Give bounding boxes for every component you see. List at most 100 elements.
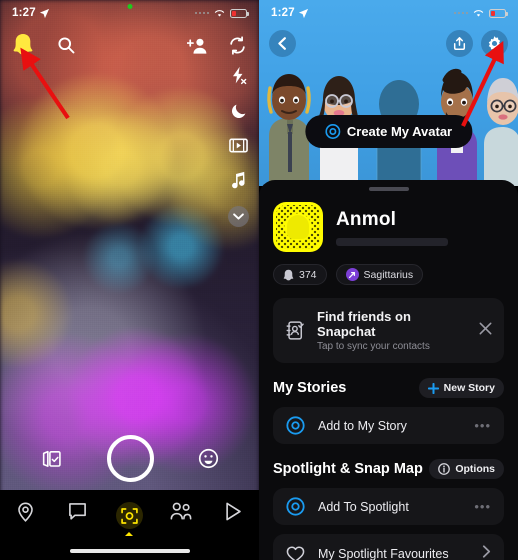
status-time-right: 1:27 [271,7,309,19]
find-friends-subtitle: Tap to sync your contacts [317,341,430,352]
status-icons-left [194,8,249,18]
back-button[interactable] [269,30,296,57]
spotlight-heading: Spotlight & Snap Map [273,461,423,477]
capture-controls [0,435,259,482]
shutter-button[interactable] [106,435,154,482]
camera-top-bar [0,28,259,62]
sheet-grabber[interactable] [368,187,409,191]
ghost-avatar-glyph [13,34,33,55]
chevron-right-icon[interactable] [482,545,491,560]
profile-badges: 374 Sagittarius [273,264,504,285]
chat-bubble-icon [69,503,87,520]
contacts-sync-icon [286,321,304,340]
overflow-dots-icon[interactable]: ••• [474,499,491,514]
my-spotlight-favourites-label: My Spotlight Favourites [318,547,449,560]
chevron-left-icon [278,37,286,50]
camera-icon [121,507,138,524]
signal-dots-icon [453,11,468,15]
find-friends-title: Find friends on Snapchat [317,309,411,339]
signal-dots-icon [194,11,209,15]
snapcode-icon[interactable] [273,202,323,252]
map-pin-icon [18,502,34,522]
overflow-dots-icon[interactable]: ••• [474,418,491,433]
add-friend-icon[interactable] [187,36,208,55]
add-to-spotlight-label: Add To Spotlight [318,499,409,514]
list-item[interactable]: Add To Spotlight ••• [273,488,504,525]
friends-icon [170,502,192,520]
home-indicator-left [69,549,190,553]
display-name: Anmol [336,208,397,230]
spotlight-options-label: Options [455,463,495,475]
lens-smiley-icon[interactable] [198,448,219,469]
zodiac-label: Sagittarius [363,268,414,281]
status-bar-right: 1:27 [259,0,518,26]
avatar-hero-banner: Create My Avatar [259,0,518,186]
left-panel-camera-screen: 1:27 [0,0,259,560]
film-strip-icon[interactable] [229,137,248,154]
find-friends-text: Find friends on Snapchat Tap to sync you… [317,309,468,352]
location-arrow-icon [298,8,308,18]
list-item[interactable]: Add to My Story ••• [273,407,504,444]
profile-sheet: Anmol 374 Sagittarius Find friends on Sn… [259,180,518,560]
dual-screenshot-stage: 1:27 Create My Avatar Anmol 374 Sagittar… [0,0,518,560]
status-time-left: 1:27 [12,7,50,19]
bottom-nav-map[interactable] [0,502,52,522]
green-dot-indicator [127,4,132,9]
play-triangle-icon [226,502,241,521]
camera-circle-icon [286,416,305,435]
right-panel-profile-screen: Create My Avatar Anmol 374 Sagittarius F… [259,0,518,560]
status-time-text: 1:27 [271,7,295,19]
profile-identity-row[interactable]: Anmol [273,202,504,252]
wifi-icon [214,10,225,17]
camera-active-chip [115,502,143,529]
bottom-nav-camera[interactable] [104,502,156,536]
sagittarius-arrow-icon [345,268,359,281]
ghost-icon [283,269,294,280]
gear-icon[interactable] [481,30,508,57]
bottom-nav-spotlight[interactable] [207,502,259,521]
my-stories-heading: My Stories [273,380,347,396]
username-redacted-bar [336,237,448,246]
share-upload-icon[interactable] [446,30,473,57]
spotlight-header: Spotlight & Snap Map Options [273,459,504,479]
camera-tools-rail [228,66,249,227]
status-bar-left: 1:27 [0,0,259,26]
memories-cards-icon[interactable] [41,449,63,469]
status-time-text: 1:27 [12,7,36,19]
camera-circle-icon [286,497,305,516]
find-friends-card[interactable]: Find friends on Snapchat Tap to sync you… [273,298,504,363]
spotlight-options-button[interactable]: Options [429,459,504,479]
search-icon[interactable] [56,35,76,55]
more-tools-button[interactable] [228,206,249,227]
snap-score-badge[interactable]: 374 [273,264,327,285]
battery-low-icon [489,8,508,18]
heart-icon [286,546,305,560]
profile-name-block: Anmol [336,209,448,246]
bottom-nav-friends[interactable] [155,502,207,520]
new-story-button[interactable]: New Story [418,378,504,398]
status-icons-right [453,8,508,18]
profile-screen: Create My Avatar Anmol 374 Sagittarius F… [259,0,518,560]
bottom-nav-chat[interactable] [52,502,104,521]
profile-ghost-avatar-icon[interactable] [12,33,34,57]
snapcode-ghost-glyph [287,215,309,239]
info-circle-icon [438,463,451,475]
my-stories-header: My Stories New Story [273,378,504,398]
location-arrow-icon [39,8,49,18]
camera-active-indicator [125,532,134,536]
new-story-label: New Story [443,382,495,394]
night-mode-moon-icon[interactable] [230,102,248,120]
zodiac-badge[interactable]: Sagittarius [335,264,424,285]
bitmoji-camera-icon [324,124,340,139]
create-my-avatar-label: Create My Avatar [346,124,453,139]
list-item[interactable]: My Spotlight Favourites [273,534,504,560]
add-to-my-story-label: Add to My Story [318,418,407,433]
hero-action-buttons [446,30,508,57]
create-my-avatar-button[interactable]: Create My Avatar [304,115,473,148]
close-icon[interactable] [479,322,492,340]
plus-icon [427,382,439,394]
flash-off-icon[interactable] [229,66,248,85]
music-note-icon[interactable] [230,171,247,189]
wifi-icon [473,10,484,17]
flip-camera-icon[interactable] [228,35,247,55]
